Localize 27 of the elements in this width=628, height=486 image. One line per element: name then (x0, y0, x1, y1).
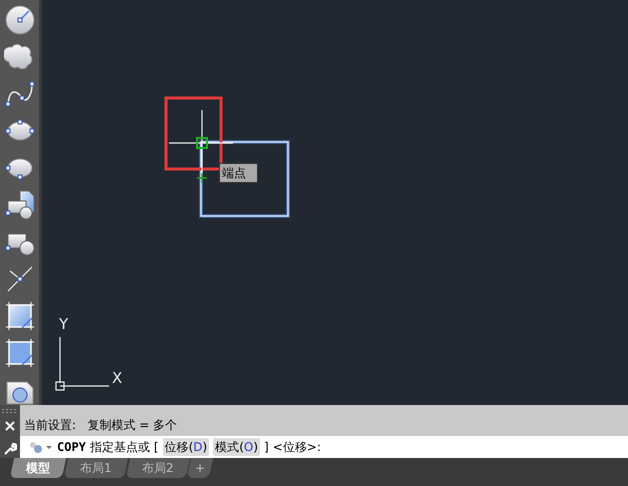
command-menu-icon[interactable] (27, 440, 53, 454)
grip-icon (2, 409, 18, 413)
command-name: COPY (57, 439, 86, 456)
option-link[interactable]: 模式(O) (213, 438, 260, 456)
plus-marker (197, 173, 207, 183)
command-history-text: 当前设置: 复制模式 = 多个 (24, 417, 178, 434)
circle-icon[interactable] (4, 4, 36, 36)
prompt-text: 指定基点或 (90, 439, 150, 456)
layout-tab[interactable]: 模型 (10, 458, 66, 478)
bracket-text: [ (154, 439, 159, 456)
ucs-axis-drawing (55, 337, 109, 391)
option-link[interactable]: 位移(D) (162, 438, 210, 456)
x-axis-label: X (112, 369, 122, 387)
hatch-icon[interactable] (4, 300, 36, 332)
command-input-field[interactable]: COPY 指定基点或 [ 位移(D) 模式(O) ] <位移>: (20, 436, 628, 458)
block-insert-icon[interactable] (4, 188, 36, 220)
layout-tab[interactable]: 布局1 (64, 458, 128, 478)
snap-tooltip: 端点 (219, 163, 258, 183)
y-axis-label: Y (59, 315, 68, 333)
bracket-text: ] (264, 439, 269, 456)
gradient-icon[interactable] (4, 336, 36, 368)
default-option-text: <位移>: (272, 439, 321, 456)
layout-tab[interactable]: + (187, 458, 214, 478)
wrench-icon[interactable] (3, 442, 17, 456)
endpoint-marker (196, 137, 208, 149)
close-icon[interactable] (5, 421, 15, 431)
layout-tab[interactable]: 布局2 (126, 458, 190, 478)
